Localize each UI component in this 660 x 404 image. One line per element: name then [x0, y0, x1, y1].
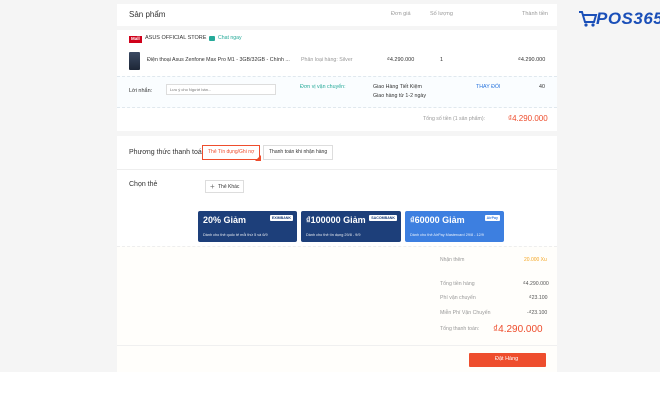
summary-label: Phí vận chuyển: [440, 295, 476, 301]
brand-logo: POS365: [578, 8, 660, 30]
summary-value: -₫23.100: [527, 310, 548, 316]
choose-card-label: Chọn thẻ: [129, 181, 158, 188]
summary-value: ₫4.290.000: [523, 281, 549, 287]
coins-value: 20.000 Xu: [524, 257, 547, 263]
note-shipping-band: Lời nhắn: Đơn vị vận chuyển: Giao Hàng T…: [117, 76, 557, 108]
plus-icon: +: [210, 182, 215, 191]
product-thumbnail[interactable]: [129, 52, 140, 70]
voucher-card[interactable]: ₫60000 Giảm Dành cho thẻ AirPay Masterca…: [405, 211, 504, 242]
summary-value: ₫23.100: [529, 295, 548, 301]
change-shipping-button[interactable]: THAY ĐỔI: [476, 84, 501, 90]
note-input[interactable]: [166, 84, 276, 95]
shipping-fee: 40: [539, 84, 545, 90]
chat-button[interactable]: Chat ngay: [209, 35, 249, 43]
product-variant: Phân loại hàng: Silver: [301, 57, 353, 63]
column-price: Đơn giá: [391, 11, 411, 17]
summary-label: Miễn Phí Vận Chuyển: [440, 310, 491, 316]
add-card-label: Thẻ Khác: [218, 184, 240, 190]
order-total-value: ₫4.290.000: [508, 114, 548, 123]
chat-label: Chat ngay: [218, 35, 242, 41]
mall-badge: Mall: [129, 36, 142, 43]
shop-name[interactable]: ASUS OFFICIAL STORE: [145, 35, 206, 42]
column-quantity: Số lượng: [430, 11, 453, 17]
coins-label: Nhận thêm: [440, 257, 465, 263]
shipping-label: Đơn vị vận chuyển:: [300, 84, 346, 90]
note-label: Lời nhắn:: [129, 88, 153, 94]
voucher-title: ₫100000 Giảm: [306, 215, 366, 225]
voucher-description: Dành cho thẻ quốc tế mỗi thứ 5 và 6/9: [203, 233, 268, 237]
grand-total-label: Tổng thanh toán:: [440, 326, 480, 332]
chat-icon: [209, 36, 215, 41]
payment-option-card[interactable]: Thẻ Tín dụng/Ghi nợ: [202, 145, 261, 160]
page-footer: [0, 372, 660, 404]
place-order-label: Đặt Hàng: [495, 356, 519, 362]
products-header: Sản phẩm Đơn giá Số lượng Thành tiền: [117, 4, 557, 26]
place-order-button[interactable]: Đặt Hàng: [469, 353, 546, 367]
product-price: ₫4.290.000: [387, 57, 415, 63]
shipping-method: Giao Hàng Tiết Kiệm: [373, 84, 422, 90]
order-total-label: Tổng số tiền (1 sản phẩm):: [423, 116, 485, 122]
voucher-card[interactable]: 20% Giảm Dành cho thẻ quốc tế mỗi thứ 5 …: [198, 211, 297, 242]
shipping-eta: Giao hàng từ 1-2 ngày: [373, 93, 427, 99]
brand-logo-text: POS365: [596, 9, 660, 28]
voucher-description: Dành cho thẻ tín dụng 29/8 - 9/9: [306, 233, 361, 237]
voucher-card[interactable]: ₫100000 Giảm Dành cho thẻ tín dụng 29/8 …: [301, 211, 401, 242]
order-summary: Nhận thêm 20.000 Xu Tổng tiền hàng ₫4.29…: [117, 246, 557, 373]
product-subtotal: ₫4.290.000: [518, 57, 546, 63]
product-quantity: 1: [440, 57, 444, 63]
bank-logo: EXIMBANK: [269, 215, 293, 221]
bank-logo: AirPay: [484, 215, 500, 221]
shopping-cart-icon: [579, 11, 598, 27]
order-summary-divider: [117, 345, 557, 346]
voucher-title: 20% Giảm: [203, 215, 247, 225]
payment-option-cod[interactable]: Thanh toán khi nhận hàng: [263, 145, 334, 160]
column-total: Thành tiền: [522, 11, 548, 17]
products-title: Sản phẩm: [129, 10, 166, 19]
summary-label: Tổng tiền hàng: [440, 281, 475, 287]
shop-order-card: Mall ASUS OFFICIAL STORE Chat ngay Điện …: [117, 30, 557, 131]
product-name[interactable]: Điện thoại Asus Zenfone Max Pro M1 - 3GB…: [147, 57, 290, 63]
grand-total-value: ₫4.290.000: [493, 324, 543, 335]
payment-method-label: Phương thức thanh toán: [129, 149, 206, 156]
voucher-description: Dành cho thẻ AirPay Mastercard 29/8 - 12…: [410, 233, 484, 237]
add-card-button[interactable]: + Thẻ Khác: [205, 180, 244, 193]
voucher-title: ₫60000 Giảm: [410, 215, 465, 225]
selected-check-icon: [255, 155, 261, 161]
divider: [117, 169, 557, 170]
bank-logo: SACOMBANK: [369, 215, 397, 221]
